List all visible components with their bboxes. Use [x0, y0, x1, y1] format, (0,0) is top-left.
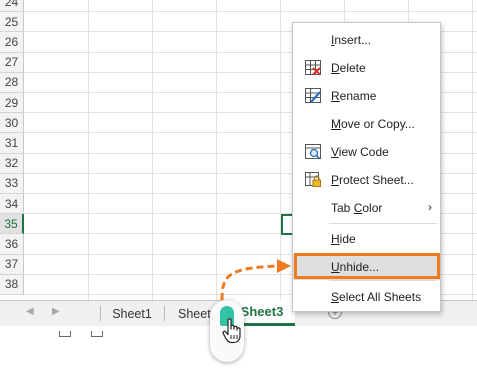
row-header-38[interactable]: 38: [0, 274, 24, 295]
status-icon: [91, 331, 103, 337]
scroll-tabs-right-icon[interactable]: ▶: [52, 306, 60, 317]
menu-item-move-or-copy[interactable]: Move or Copy...: [293, 111, 440, 137]
column-gridline: [280, 0, 281, 300]
menu-item-insert[interactable]: Insert...: [293, 27, 440, 53]
delete-sheet-icon: [305, 60, 321, 76]
column-gridline: [472, 0, 473, 300]
menu-item-label: Hide: [331, 232, 356, 246]
row-header-31[interactable]: 31: [0, 133, 24, 154]
tab-sheet1[interactable]: Sheet1: [101, 301, 163, 326]
menu-item-select-all-sheets[interactable]: Select All Sheets: [293, 284, 440, 310]
menu-item-label: View Code: [331, 145, 389, 159]
row-header-26[interactable]: 26: [0, 32, 24, 53]
menu-item-hide[interactable]: Hide: [293, 226, 440, 252]
row-header-27[interactable]: 27: [0, 52, 24, 73]
row-gridline: [24, 11, 477, 13]
menu-item-label: Move or Copy...: [331, 117, 415, 131]
menu-item-rename[interactable]: Rename: [293, 83, 440, 109]
row-header-37[interactable]: 37: [0, 254, 24, 275]
row-header-33[interactable]: 33: [0, 173, 24, 194]
column-gridline: [216, 0, 217, 300]
row-header-29[interactable]: 29: [0, 93, 24, 114]
menu-item-label: Rename: [331, 89, 377, 103]
row-header-24[interactable]: 24: [0, 0, 24, 13]
menu-item-delete[interactable]: Delete: [293, 55, 440, 81]
hand-cursor-icon: [222, 318, 241, 344]
menu-separator: [329, 223, 437, 224]
row-header-34[interactable]: 34: [0, 194, 24, 215]
rename-icon: [305, 88, 321, 103]
view-code-icon: [305, 144, 321, 160]
protect-sheet-icon: [305, 172, 321, 187]
menu-item-tab-color[interactable]: Tab Color ›: [293, 195, 440, 221]
menu-item-label: Select All Sheets: [331, 290, 422, 304]
column-gridline: [88, 0, 89, 300]
row-header-30[interactable]: 30: [0, 113, 24, 134]
column-gridline: [152, 0, 153, 300]
menu-item-label: Delete: [331, 61, 366, 75]
row-header-25[interactable]: 25: [0, 12, 24, 33]
menu-item-view-code[interactable]: View Code: [293, 139, 440, 165]
menu-item-label: Insert...: [331, 33, 372, 47]
row-header-36[interactable]: 36: [0, 234, 24, 255]
scroll-tabs-left-icon[interactable]: ◀: [26, 306, 34, 317]
menu-item-label: Tab Color: [331, 201, 383, 215]
row-header-28[interactable]: 28: [0, 72, 24, 93]
unhide-highlight-box: [294, 253, 440, 279]
menu-separator: [329, 280, 437, 281]
chevron-right-icon: ›: [428, 200, 432, 214]
status-icon: [59, 331, 71, 337]
row-header-32[interactable]: 32: [0, 153, 24, 174]
menu-item-protect-sheet[interactable]: Protect Sheet...: [293, 167, 440, 193]
row-header-35[interactable]: 35: [0, 214, 24, 235]
menu-item-label: Protect Sheet...: [331, 173, 414, 187]
